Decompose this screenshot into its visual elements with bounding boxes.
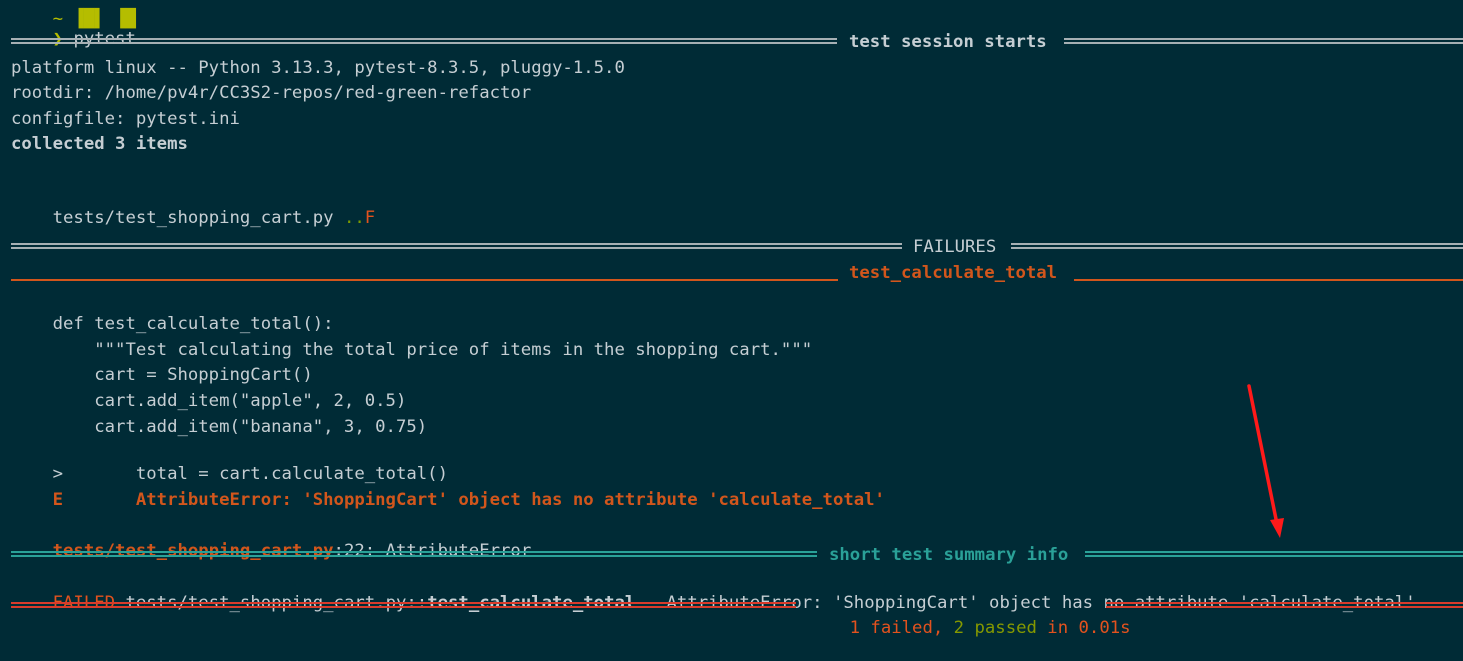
result-comma: , xyxy=(932,618,954,638)
code-line: cart.add_item("banana", 3, 0.75) xyxy=(11,417,428,437)
failures-header: FAILURES xyxy=(913,237,997,257)
progress-file: tests/test_shopping_cart.py xyxy=(52,208,334,228)
command-line: ❯ pytest xyxy=(11,6,136,49)
code-line: cart.add_item("apple", 2, 0.5) xyxy=(11,391,407,411)
session-header: test session starts xyxy=(849,32,1047,52)
progress-pass: .. xyxy=(343,208,365,228)
result-passed: 2 passed xyxy=(953,618,1037,638)
failures-rule-right xyxy=(1011,243,1463,249)
session-rule-right xyxy=(1064,38,1463,44)
code-line: cart = ShoppingCart() xyxy=(11,365,313,385)
failed-test-header: test_calculate_total xyxy=(849,263,1058,283)
error-line: E AttributeError: 'ShoppingCart' object … xyxy=(11,467,885,510)
configfile-line: configfile: pytest.ini xyxy=(11,109,240,129)
progress-line: tests/test_shopping_cart.py ..F xyxy=(11,185,376,228)
failed-test-rule-right xyxy=(1074,279,1463,281)
pointer-line: > total = cart.calculate_total() xyxy=(11,441,448,484)
result-line: 1 failed, 2 passed in 0.01s xyxy=(808,595,1131,638)
result-failed: 1 failed xyxy=(849,618,933,638)
result-time: in 0.01s xyxy=(1036,618,1131,638)
summary-rule-left xyxy=(11,551,817,557)
failed-test-rule-left xyxy=(11,279,838,281)
code-line: """Test calculating the total price of i… xyxy=(11,340,813,360)
collected-line: collected 3 items xyxy=(11,134,188,154)
code-line: def test_calculate_total(): xyxy=(11,314,334,334)
summary-header: short test summary info xyxy=(829,545,1069,565)
result-rule-right xyxy=(1106,602,1463,608)
location-line: tests/test_shopping_cart.py:22: Attribut… xyxy=(11,518,532,561)
error-message: AttributeError: 'ShoppingCart' object ha… xyxy=(63,490,885,510)
error-marker: E xyxy=(52,490,64,510)
platform-line: platform linux -- Python 3.13.3, pytest-… xyxy=(11,58,625,78)
failures-rule-left xyxy=(11,243,902,249)
result-rule-left xyxy=(11,602,796,608)
session-rule-left xyxy=(11,38,837,44)
summary-line: FAILED tests/test_shopping_cart.py::test… xyxy=(11,570,1416,613)
summary-rule-right xyxy=(1085,551,1463,557)
terminal-window: ~ ▐█▌ ▐█ ❯ pytest test session starts pl… xyxy=(0,0,1463,638)
progress-fail: F xyxy=(364,208,376,228)
rootdir-line: rootdir: /home/pv4r/CC3S2-repos/red-gree… xyxy=(11,83,532,103)
